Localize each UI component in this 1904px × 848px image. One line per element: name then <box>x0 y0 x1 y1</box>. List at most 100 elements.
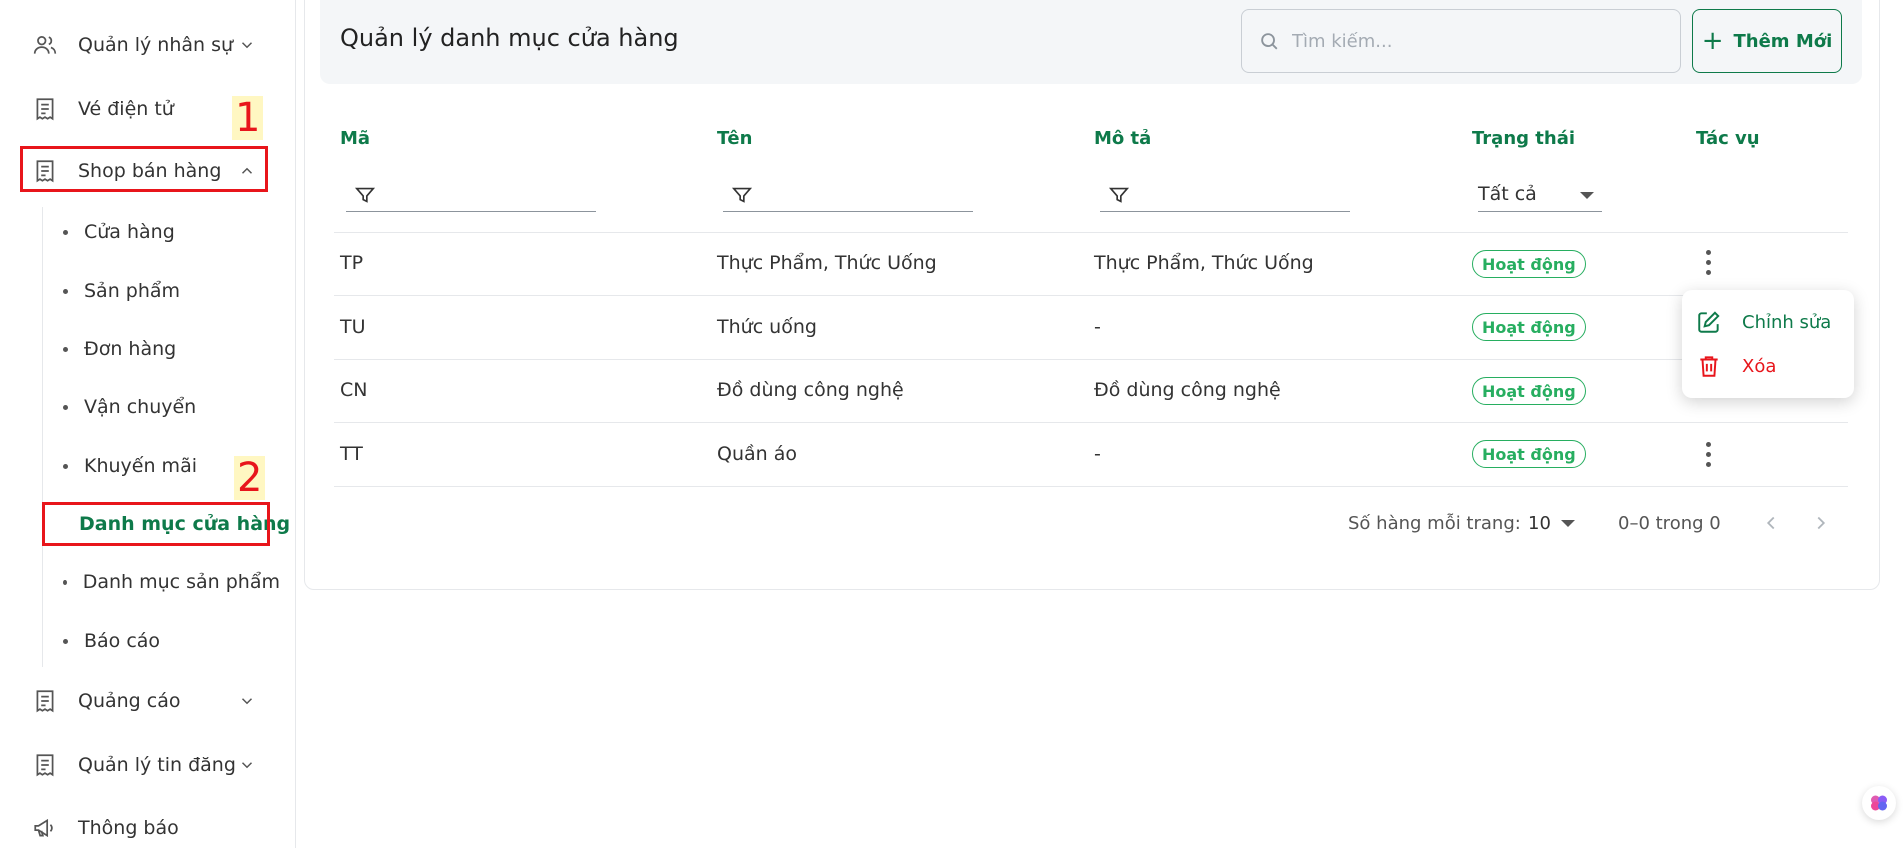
sidebar-item-label: Quảng cáo <box>78 690 181 712</box>
search-icon <box>1258 30 1280 52</box>
row-divider <box>334 359 1848 360</box>
cell-name: Thực Phẩm, Thức Uống <box>717 252 937 274</box>
row-actions-button[interactable] <box>1696 437 1720 471</box>
sidebar-item-label: Quản lý tin đăng <box>78 754 236 776</box>
chevron-right-icon <box>1817 516 1826 530</box>
sidebar-item-label: Thông báo <box>78 817 179 839</box>
bullet-icon <box>63 288 68 294</box>
add-new-button[interactable]: + Thêm Mới <box>1692 9 1842 73</box>
filter-description[interactable] <box>1100 178 1350 212</box>
brain-icon <box>1871 795 1887 811</box>
row-divider <box>334 295 1848 296</box>
sidebar-subitem-label: Cửa hàng <box>84 221 175 243</box>
column-header-status: Trạng thái <box>1472 128 1576 149</box>
search-box[interactable] <box>1241 9 1681 73</box>
bullet-icon <box>63 346 68 352</box>
sidebar-item-label: Vé điện tử <box>78 98 174 120</box>
users-icon <box>32 32 58 58</box>
sidebar-item-label: Quản lý nhân sự <box>78 34 234 56</box>
rows-per-page-label: Số hàng mỗi trang: <box>1348 513 1521 534</box>
rows-per-page-select[interactable]: 10 <box>1528 513 1575 534</box>
bullet-icon <box>63 229 68 235</box>
chevron-left-icon <box>1766 516 1775 530</box>
filter-icon <box>354 184 376 206</box>
filter-icon <box>731 184 753 206</box>
sidebar-item-posts[interactable]: Quản lý tin đăng <box>20 742 270 788</box>
search-input[interactable] <box>1292 30 1672 52</box>
sidebar-subitem-product-categories[interactable]: Danh mục sản phẩm <box>42 562 280 602</box>
prev-page-button[interactable] <box>1760 512 1782 534</box>
sidebar-subitem-shipping[interactable]: Vận chuyển <box>42 387 280 427</box>
column-header-name: Tên <box>717 128 753 149</box>
edit-icon <box>1696 309 1722 335</box>
receipt-icon <box>32 752 58 778</box>
status-badge: Hoạt động <box>1472 440 1586 468</box>
filter-code[interactable] <box>346 178 596 212</box>
receipt-icon <box>32 96 58 122</box>
row-divider <box>334 232 1848 233</box>
page-title: Quản lý danh mục cửa hàng <box>340 24 679 52</box>
column-header-description: Mô tả <box>1094 128 1152 149</box>
sidebar-item-label: Shop bán hàng <box>78 160 222 182</box>
cell-name: Thức uống <box>717 316 817 338</box>
sidebar-subitem-products[interactable]: Sản phẩm <box>42 271 280 311</box>
sidebar-subitem-reports[interactable]: Báo cáo <box>42 621 280 661</box>
cell-code: TP <box>340 252 364 274</box>
cell-description: - <box>1094 316 1101 338</box>
next-page-button[interactable] <box>1810 512 1832 534</box>
trash-icon <box>1696 353 1722 379</box>
cell-code: TU <box>340 316 366 338</box>
bullet-icon <box>63 404 68 410</box>
sidebar-subitem-label: Báo cáo <box>84 630 161 652</box>
cell-name: Đồ dùng công nghệ <box>717 379 904 401</box>
assistant-button[interactable] <box>1862 786 1896 820</box>
caret-down-icon <box>1580 192 1594 199</box>
bullet-icon <box>63 638 68 644</box>
receipt-icon <box>32 158 58 184</box>
menu-item-delete[interactable]: Xóa <box>1696 348 1776 384</box>
annotation-number-1: 1 <box>232 96 264 140</box>
sidebar-subitem-label: Khuyến mãi <box>84 455 197 477</box>
menu-item-label: Xóa <box>1742 355 1777 377</box>
receipt-icon <box>32 688 58 714</box>
sidebar-item-notifications[interactable]: Thông báo <box>20 805 270 848</box>
status-badge: Hoạt động <box>1472 250 1586 278</box>
row-actions-button[interactable] <box>1696 245 1720 279</box>
column-header-actions: Tác vụ <box>1696 128 1760 149</box>
status-filter-select[interactable]: Tất cả <box>1478 176 1602 212</box>
chevron-down-icon <box>238 692 256 710</box>
sidebar-item-shop[interactable]: Shop bán hàng <box>20 148 270 194</box>
megaphone-icon <box>32 815 58 841</box>
bullet-icon <box>63 579 67 585</box>
sidebar-subitem-label: Sản phẩm <box>84 280 181 302</box>
pagination-range: 0–0 trong 0 <box>1618 513 1721 534</box>
cell-description: Đồ dùng công nghệ <box>1094 379 1281 401</box>
bullet-icon <box>63 463 68 469</box>
sidebar-subitem-label: Danh mục cửa hàng <box>79 513 291 535</box>
add-new-label: Thêm Mới <box>1733 30 1833 52</box>
cell-code: CN <box>340 379 368 401</box>
status-filter-value: Tất cả <box>1478 182 1537 205</box>
sidebar-subitem-stores[interactable]: Cửa hàng <box>42 212 280 252</box>
sidebar-subitem-label: Đơn hàng <box>84 338 177 360</box>
rows-per-page-value: 10 <box>1528 513 1551 534</box>
chevron-up-icon <box>238 162 256 180</box>
annotation-number-2: 2 <box>234 456 266 500</box>
cell-code: TT <box>340 443 363 465</box>
menu-item-edit[interactable]: Chỉnh sửa <box>1696 304 1831 340</box>
sidebar-subitem-orders[interactable]: Đơn hàng <box>42 329 280 369</box>
status-badge: Hoạt động <box>1472 377 1586 405</box>
status-badge: Hoạt động <box>1472 313 1586 341</box>
sidebar-subitem-label: Vận chuyển <box>84 396 197 418</box>
row-divider <box>334 422 1848 423</box>
plus-icon: + <box>1701 26 1724 56</box>
row-actions-menu: Chỉnh sửa Xóa <box>1682 290 1854 398</box>
filter-name[interactable] <box>723 178 973 212</box>
cell-description: - <box>1094 443 1101 465</box>
sidebar-item-hr[interactable]: Quản lý nhân sự <box>20 22 270 68</box>
sidebar-subitem-store-categories[interactable]: Danh mục cửa hàng <box>42 504 290 544</box>
menu-item-label: Chỉnh sửa <box>1742 311 1832 333</box>
chevron-down-icon <box>238 36 256 54</box>
cell-description: Thực Phẩm, Thức Uống <box>1094 252 1314 274</box>
sidebar-item-ads[interactable]: Quảng cáo <box>20 678 270 724</box>
